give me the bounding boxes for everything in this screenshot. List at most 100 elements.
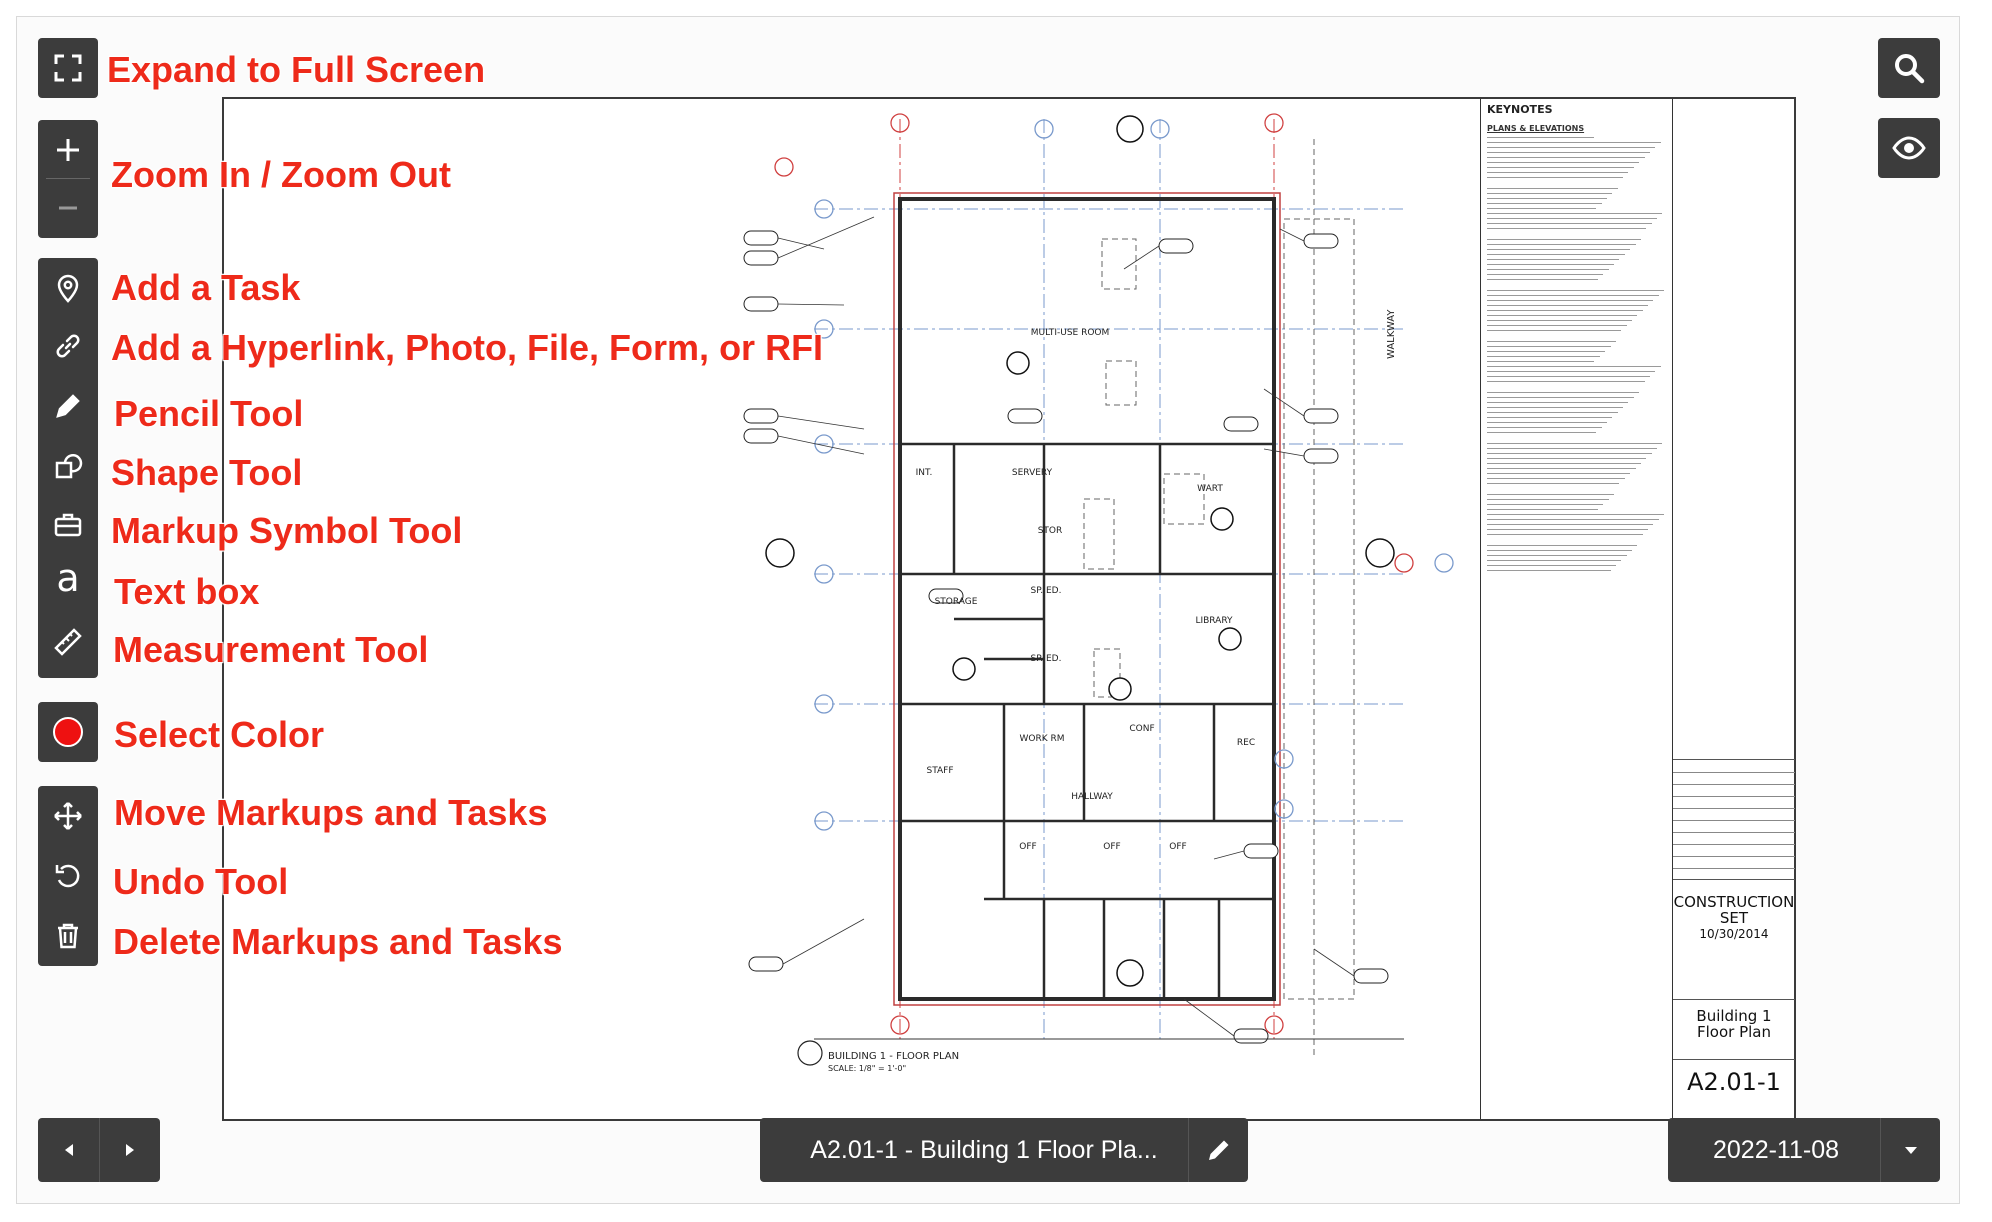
keynote-line (1487, 198, 1607, 199)
search-button[interactable] (1878, 38, 1940, 98)
sheet-name-bar: A2.01-1 - Building 1 Floor Pla... (760, 1118, 1248, 1182)
room-label-hallway: HALLWAY (1071, 792, 1113, 802)
move-markups-button[interactable] (38, 788, 98, 844)
keynote-line (1487, 269, 1609, 270)
move-arrows-icon (54, 802, 82, 830)
keynote-line (1487, 392, 1640, 393)
keynote-line (1487, 330, 1622, 331)
revision-row (1673, 868, 1795, 869)
annotation-shape: Shape Tool (111, 452, 303, 493)
zoom-in-button[interactable] (38, 122, 98, 178)
keynote-line (1487, 422, 1607, 423)
revision-grid (1673, 759, 1795, 879)
expand-group (38, 38, 98, 98)
keynote-line (1487, 361, 1595, 362)
keynote-line (1487, 274, 1604, 275)
keynote-line (1487, 509, 1598, 510)
keynote-line (1487, 356, 1600, 357)
plus-icon (57, 139, 79, 161)
keynote-line (1487, 443, 1663, 444)
revision-row (1673, 844, 1795, 845)
annotation-color: Select Color (114, 714, 325, 755)
keynote-line (1487, 162, 1640, 163)
room-label-rec: REC (1237, 738, 1255, 748)
title-block: CONSTRUCTION SET 10/30/2014 Building 1 F… (1672, 99, 1795, 1119)
revision-dropdown-button[interactable] (1880, 1118, 1940, 1182)
link-icon (56, 334, 80, 358)
select-color-button[interactable] (38, 704, 98, 760)
annotation-zoom: Zoom In / Zoom Out (111, 154, 451, 195)
add-link-button[interactable] (38, 318, 98, 374)
keynote-line (1487, 300, 1654, 301)
keynote-line (1487, 320, 1632, 321)
keynote-line (1487, 147, 1656, 148)
caret-left-icon (64, 1144, 73, 1156)
keynote-line (1487, 264, 1615, 265)
trash-icon (58, 923, 78, 949)
keynote-line (1487, 494, 1615, 495)
keynote-line (1487, 218, 1658, 219)
room-label-off-2: OFF (1103, 842, 1120, 852)
issue-value-1: CONSTRUCTION (1673, 893, 1795, 911)
annotation-symbol: Markup Symbol Tool (111, 510, 463, 551)
previous-sheet-button[interactable] (38, 1118, 99, 1182)
delete-markups-button[interactable] (38, 908, 98, 964)
map-pin-icon (57, 274, 79, 303)
text-icon: a (56, 556, 80, 600)
room-label-wart: WART (1197, 484, 1223, 494)
keynote-line (1487, 468, 1636, 469)
keynote-line (1487, 152, 1650, 153)
edit-tools-group (38, 786, 98, 966)
add-task-button[interactable] (38, 260, 98, 316)
measurement-tool-button[interactable] (38, 614, 98, 670)
revision-row (1673, 820, 1795, 821)
issue-value-2: SET (1719, 909, 1749, 927)
annotation-pencil: Pencil Tool (114, 393, 304, 434)
keynote-line (1487, 223, 1652, 224)
edit-pencil-icon (1208, 1140, 1228, 1160)
sheet-pager (38, 1118, 160, 1182)
markup-symbol-button[interactable] (38, 496, 98, 552)
keynote-line (1487, 239, 1641, 240)
color-group (38, 702, 98, 762)
keynote-line (1487, 213, 1663, 214)
room-label-servery: SERVERY (1012, 468, 1053, 478)
annotation-move: Move Markups and Tasks (114, 792, 548, 833)
pencil-icon (56, 394, 80, 418)
keynote-line (1487, 157, 1645, 158)
undo-button[interactable] (38, 848, 98, 904)
caret-right-icon (126, 1144, 134, 1156)
keynote-line (1487, 346, 1611, 347)
text-box-button[interactable]: a (38, 554, 98, 610)
keynote-line (1487, 177, 1624, 178)
keynote-line (1487, 560, 1622, 561)
next-sheet-button[interactable] (99, 1118, 160, 1182)
shape-tool-button[interactable] (38, 438, 98, 494)
keynote-line (1487, 228, 1647, 229)
annotation-task: Add a Task (111, 267, 301, 308)
pencil-tool-button[interactable] (38, 378, 98, 434)
room-label-off-3: OFF (1169, 842, 1186, 852)
revision-date[interactable]: 2022-11-08 (1668, 1136, 1880, 1165)
keynote-line (1487, 371, 1656, 372)
keynote-line (1487, 550, 1632, 551)
keynote-line (1487, 341, 1616, 342)
room-label-off-1: OFF (1019, 842, 1036, 852)
keynote-line (1487, 208, 1597, 209)
expand-button[interactable] (38, 40, 98, 96)
edit-sheet-button[interactable] (1188, 1118, 1248, 1182)
revision-date-bar: 2022-11-08 (1668, 1118, 1940, 1182)
keynote-line (1487, 555, 1627, 556)
keynote-line (1487, 172, 1629, 173)
annotation-undo: Undo Tool (113, 861, 289, 902)
keynote-line (1487, 295, 1659, 296)
sheet-title-1: Building 1 (1696, 1007, 1772, 1025)
room-label-sp-ed-2: SP. ED. (1031, 654, 1062, 664)
zoom-out-button[interactable] (38, 180, 98, 236)
drawing-sheet[interactable]: MULTI-USE ROOM SERVERY INT. STOR STORAGE… (222, 97, 1796, 1121)
zoom-group (38, 120, 98, 238)
keynote-line (1487, 478, 1625, 479)
visibility-button[interactable] (1878, 118, 1940, 178)
sheet-name[interactable]: A2.01-1 - Building 1 Floor Pla... (760, 1136, 1188, 1165)
walkway-label: WALKWAY (1386, 309, 1397, 359)
